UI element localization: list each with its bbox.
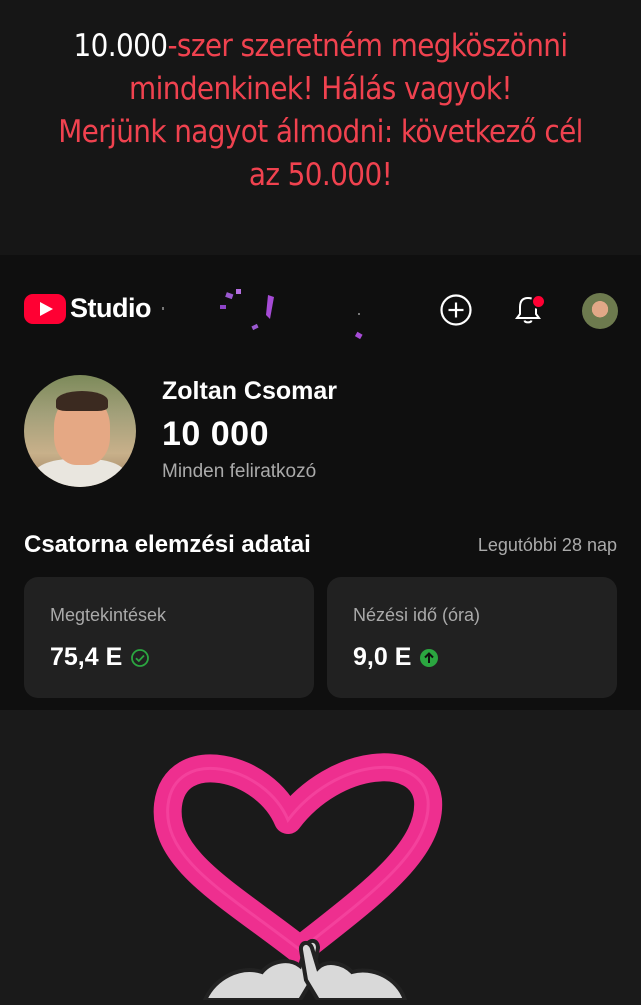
account-avatar[interactable] — [582, 293, 618, 329]
hands-icon — [201, 939, 408, 1002]
heart-sticker — [153, 753, 443, 1002]
analytics-range[interactable]: Legutóbbi 28 nap — [478, 535, 617, 556]
top-bar: Studio — [0, 255, 641, 365]
subscriber-count: 10 000 — [162, 415, 269, 453]
watch-time-value-row: 9,0 E — [353, 643, 439, 672]
channel-name: Zoltan Csomar — [162, 377, 338, 405]
check-circle-icon — [131, 648, 150, 667]
caption-line-2: mindenkinek! Hálás vagyok! — [129, 71, 513, 107]
views-value-row: 75,4 E — [50, 643, 150, 672]
views-label: Megtekintések — [50, 605, 167, 625]
caption-line-4: az 50.000! — [248, 157, 393, 193]
caption-line-3: Merjünk nagyot álmodni: következő cél — [58, 114, 583, 150]
confetti-decoration — [162, 289, 363, 340]
subscriber-label: Minden feliratkozó — [162, 461, 317, 482]
sticker-area — [0, 710, 641, 1002]
studio-logo[interactable]: Studio — [24, 293, 151, 324]
logo-text: Studio — [70, 293, 151, 323]
caption-number: 10.000 — [73, 28, 168, 64]
avatar-hair — [56, 391, 108, 411]
watch-time-label: Nézési idő (óra) — [353, 605, 481, 625]
story-caption: 10.000-szer szeretném megköszönni minden… — [0, 0, 641, 255]
arrow-up-icon — [420, 648, 439, 667]
analytics-title: Csatorna elemzési adatai — [24, 531, 311, 558]
youtube-play-icon — [24, 293, 66, 324]
views-card[interactable]: Megtekintések 75,4 E — [24, 577, 314, 698]
notification-badge — [531, 294, 546, 309]
channel-avatar[interactable] — [24, 375, 136, 487]
studio-app: Studio Zoltan Csomar 10 000 Minden felir… — [0, 255, 641, 710]
caption-line-1: -szer szeretném megköszönni — [167, 28, 568, 64]
watch-time-value: 9,0 E — [353, 643, 412, 671]
watch-time-card[interactable]: Nézési idő (óra) 9,0 E — [327, 577, 617, 698]
views-value: 75,4 E — [50, 643, 123, 671]
create-icon[interactable] — [439, 293, 473, 327]
